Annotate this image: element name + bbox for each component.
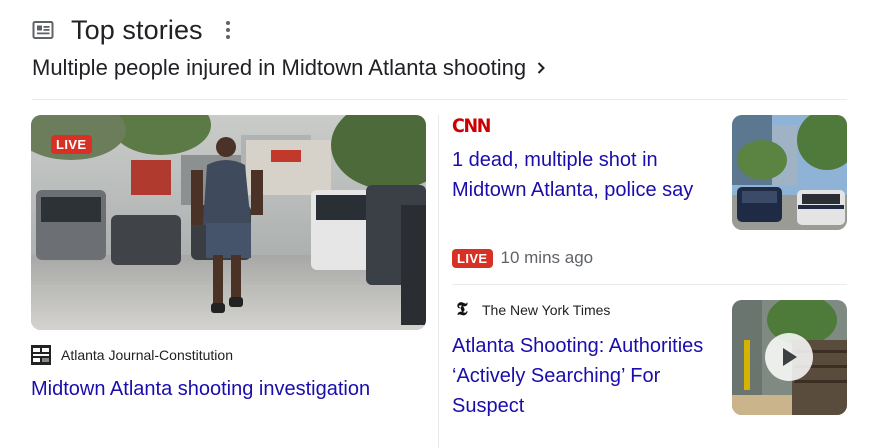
main-story-card[interactable]: LIVE Atlanta Journal-Constitution Midtow… xyxy=(31,115,426,415)
chevron-right-icon[interactable] xyxy=(534,61,548,75)
column-divider xyxy=(438,115,439,448)
main-story-image[interactable]: LIVE xyxy=(31,115,426,330)
side-story-headline[interactable]: 1 dead, multiple shot in Midtown Atlanta… xyxy=(452,145,717,205)
side-story-source: 𝕿 The New York Times xyxy=(452,300,610,320)
live-badge: LIVE xyxy=(452,248,493,268)
section-title: Top stories xyxy=(71,14,203,45)
news-icon xyxy=(32,21,54,39)
ajc-logo-icon xyxy=(31,345,51,365)
main-story-source: Atlanta Journal-Constitution xyxy=(31,345,233,365)
top-stories-header: Top stories xyxy=(32,12,233,48)
side-story-thumbnail[interactable] xyxy=(732,115,847,230)
side-story-video-thumbnail[interactable] xyxy=(732,300,847,415)
live-badge: LIVE xyxy=(51,135,92,154)
header-divider xyxy=(32,99,847,100)
nyt-logo-icon: 𝕿 xyxy=(456,299,468,320)
side-story-card[interactable]: 𝕿 The New York Times Atlanta Shooting: A… xyxy=(452,300,847,448)
source-name: The New York Times xyxy=(482,302,611,318)
topic-link[interactable]: Multiple people injured in Midtown Atlan… xyxy=(32,52,548,84)
timestamp: 10 mins ago xyxy=(500,248,594,267)
story-divider xyxy=(452,284,847,285)
time-row: LIVE 10 mins ago xyxy=(452,248,593,268)
topic-title[interactable]: Multiple people injured in Midtown Atlan… xyxy=(32,55,526,81)
cnn-logo-icon: CNN xyxy=(452,115,491,137)
play-icon[interactable] xyxy=(780,347,798,367)
side-story-headline[interactable]: Atlanta Shooting: Authorities ‘Actively … xyxy=(452,331,720,421)
source-name: Atlanta Journal-Constitution xyxy=(61,347,233,363)
side-story-card[interactable]: CNN 1 dead, multiple shot in Midtown Atl… xyxy=(452,115,847,285)
more-vert-icon[interactable] xyxy=(223,19,233,41)
play-button[interactable] xyxy=(765,333,813,381)
main-story-headline[interactable]: Midtown Atlanta shooting investigation xyxy=(31,374,426,404)
